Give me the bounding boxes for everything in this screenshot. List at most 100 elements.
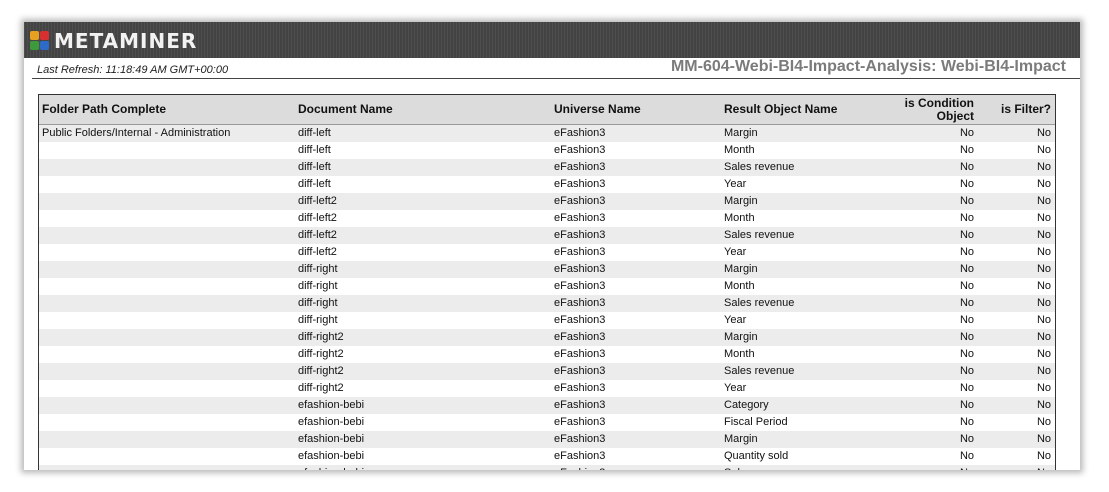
cell-folder-path: [42, 363, 292, 380]
cell-result-object-name: Category: [724, 399, 769, 411]
cell-result-object-name: Margin: [724, 263, 758, 275]
cell-folder-path: [42, 329, 292, 346]
cell-is-condition-object: No: [959, 127, 974, 139]
cell-folder-path: [42, 193, 292, 210]
cell-is-filter: No: [1036, 331, 1051, 343]
cell-document-name: efashion-bebi: [298, 465, 548, 470]
table-row: diff-left eFashion3 Sales revenue No No: [39, 159, 1055, 176]
cell-result-object-name: Year: [724, 382, 747, 394]
table-row: diff-left eFashion3 Month No No: [39, 142, 1055, 159]
cell-document-name: diff-left2: [298, 246, 337, 258]
cell-folder-path: [42, 261, 292, 278]
cell-result-object-name: Month: [724, 280, 755, 292]
cell-is-filter: No: [1036, 382, 1051, 394]
cell-is-filter: No: [1036, 212, 1051, 224]
cell-result-object-name: Year: [724, 246, 747, 258]
cell-is-condition-object: No: [959, 229, 974, 241]
cell-folder-path: [42, 142, 292, 159]
col-header-is-condition-object: is Condition Object: [904, 95, 974, 123]
cell-universe-name: eFashion3: [554, 229, 606, 241]
cell-folder-path: [42, 448, 292, 465]
table-body: Public Folders/Internal - Administration…: [39, 125, 1055, 470]
cell-document-name: diff-left2: [298, 229, 337, 241]
cell-universe-name: eFashion3: [554, 465, 714, 470]
cell-document-name: diff-left: [298, 161, 331, 173]
cell-universe-name: eFashion3: [554, 127, 606, 139]
cell-folder-path: [42, 176, 292, 193]
header-divider: [32, 78, 1080, 79]
table-row: diff-left eFashion3 Year No No: [39, 176, 1055, 193]
report-frame: METAMINER Last Refresh: 11:18:49 AM GMT+…: [24, 22, 1080, 470]
cell-is-filter: No: [1036, 161, 1051, 173]
cell-result-object-name: Sales revenue: [724, 365, 795, 377]
col-header-folder-path: Folder Path Complete: [42, 102, 167, 116]
cell-is-filter: No: [1036, 450, 1051, 462]
cell-document-name: diff-right2: [298, 348, 344, 360]
cell-result-object-name: Month: [724, 144, 755, 156]
cell-folder-path: [42, 431, 292, 448]
cell-folder-path: Public Folders/Internal - Administration: [42, 127, 231, 139]
cell-folder-path: [42, 295, 292, 312]
cell-is-condition-object: No: [959, 331, 974, 343]
cell-universe-name: eFashion3: [554, 399, 606, 411]
header-banner: METAMINER: [24, 22, 1080, 58]
cell-is-condition-object: No: [959, 399, 974, 411]
cell-universe-name: eFashion3: [554, 416, 606, 428]
col-header-universe-name: Universe Name: [554, 102, 641, 116]
cell-document-name: efashion-bebi: [298, 416, 365, 428]
last-refresh: Last Refresh: 11:18:49 AM GMT+00:00: [37, 64, 229, 76]
cell-universe-name: eFashion3: [554, 348, 606, 360]
cell-universe-name: eFashion3: [554, 195, 606, 207]
cell-folder-path: [42, 210, 292, 227]
cell-is-filter: No: [1036, 127, 1051, 139]
cell-universe-name: eFashion3: [554, 450, 606, 462]
cell-document-name: diff-right: [298, 297, 338, 309]
table-row: efashion-bebi eFashion3 Margin No No: [39, 431, 1055, 448]
cell-universe-name: eFashion3: [554, 433, 606, 445]
cell-document-name: diff-right: [298, 280, 338, 292]
table-row: diff-left2 eFashion3 Year No No: [39, 244, 1055, 261]
table-header-row: Folder Path Complete Document Name Unive…: [39, 95, 1055, 125]
cell-folder-path: [42, 346, 292, 363]
cell-document-name: diff-left2: [298, 212, 337, 224]
cell-universe-name: eFashion3: [554, 382, 606, 394]
cell-is-condition-object: No: [959, 246, 974, 258]
col-header-is-filter: is Filter?: [1000, 102, 1051, 116]
cell-result-object-name: Fiscal Period: [724, 416, 788, 428]
cell-is-filter: No: [1036, 178, 1051, 190]
cell-universe-name: eFashion3: [554, 263, 606, 275]
cell-universe-name: eFashion3: [554, 144, 606, 156]
cell-document-name: diff-left2: [298, 195, 337, 207]
cell-folder-path: [42, 244, 292, 261]
cell-is-condition-object: No: [959, 297, 974, 309]
metaminer-logo-icon: [30, 31, 49, 50]
table-row: diff-right2 eFashion3 Year No No: [39, 380, 1055, 397]
cell-folder-path: [42, 312, 292, 329]
table-row: diff-right eFashion3 Month No No: [39, 278, 1055, 295]
table-row: diff-right2 eFashion3 Sales revenue No No: [39, 363, 1055, 380]
cell-result-object-name: Margin: [724, 195, 758, 207]
cell-is-filter: No: [1036, 280, 1051, 292]
cell-result-object-name: Margin: [724, 127, 758, 139]
brand-name: METAMINER: [54, 29, 198, 53]
report-title: MM-604-Webi-BI4-Impact-Analysis: Webi-BI…: [670, 58, 1066, 75]
cell-is-condition-object: No: [959, 263, 974, 275]
cell-is-condition-object: No: [959, 161, 974, 173]
cell-is-filter: No: [1036, 263, 1051, 275]
cell-folder-path: [42, 159, 292, 176]
cell-document-name: efashion-bebi: [298, 433, 365, 445]
cell-is-filter: No: [1036, 399, 1051, 411]
cell-is-filter: No: [1036, 348, 1051, 360]
table-row: diff-left2 eFashion3 Month No No: [39, 210, 1055, 227]
cell-result-object-name: Year: [724, 314, 747, 326]
cell-is-filter: No: [1036, 246, 1051, 258]
table-row: diff-right eFashion3 Sales revenue No No: [39, 295, 1055, 312]
table-row: efashion-bebi eFashion3 Fiscal Period No No: [39, 414, 1055, 431]
cell-result-object-name: Year: [724, 178, 747, 190]
cell-is-filter: No: [1036, 297, 1051, 309]
cell-folder-path: [42, 465, 292, 470]
cell-universe-name: eFashion3: [554, 212, 606, 224]
cell-is-condition-object: No: [959, 348, 974, 360]
cell-folder-path: [42, 227, 292, 244]
cell-document-name: diff-left: [298, 144, 331, 156]
